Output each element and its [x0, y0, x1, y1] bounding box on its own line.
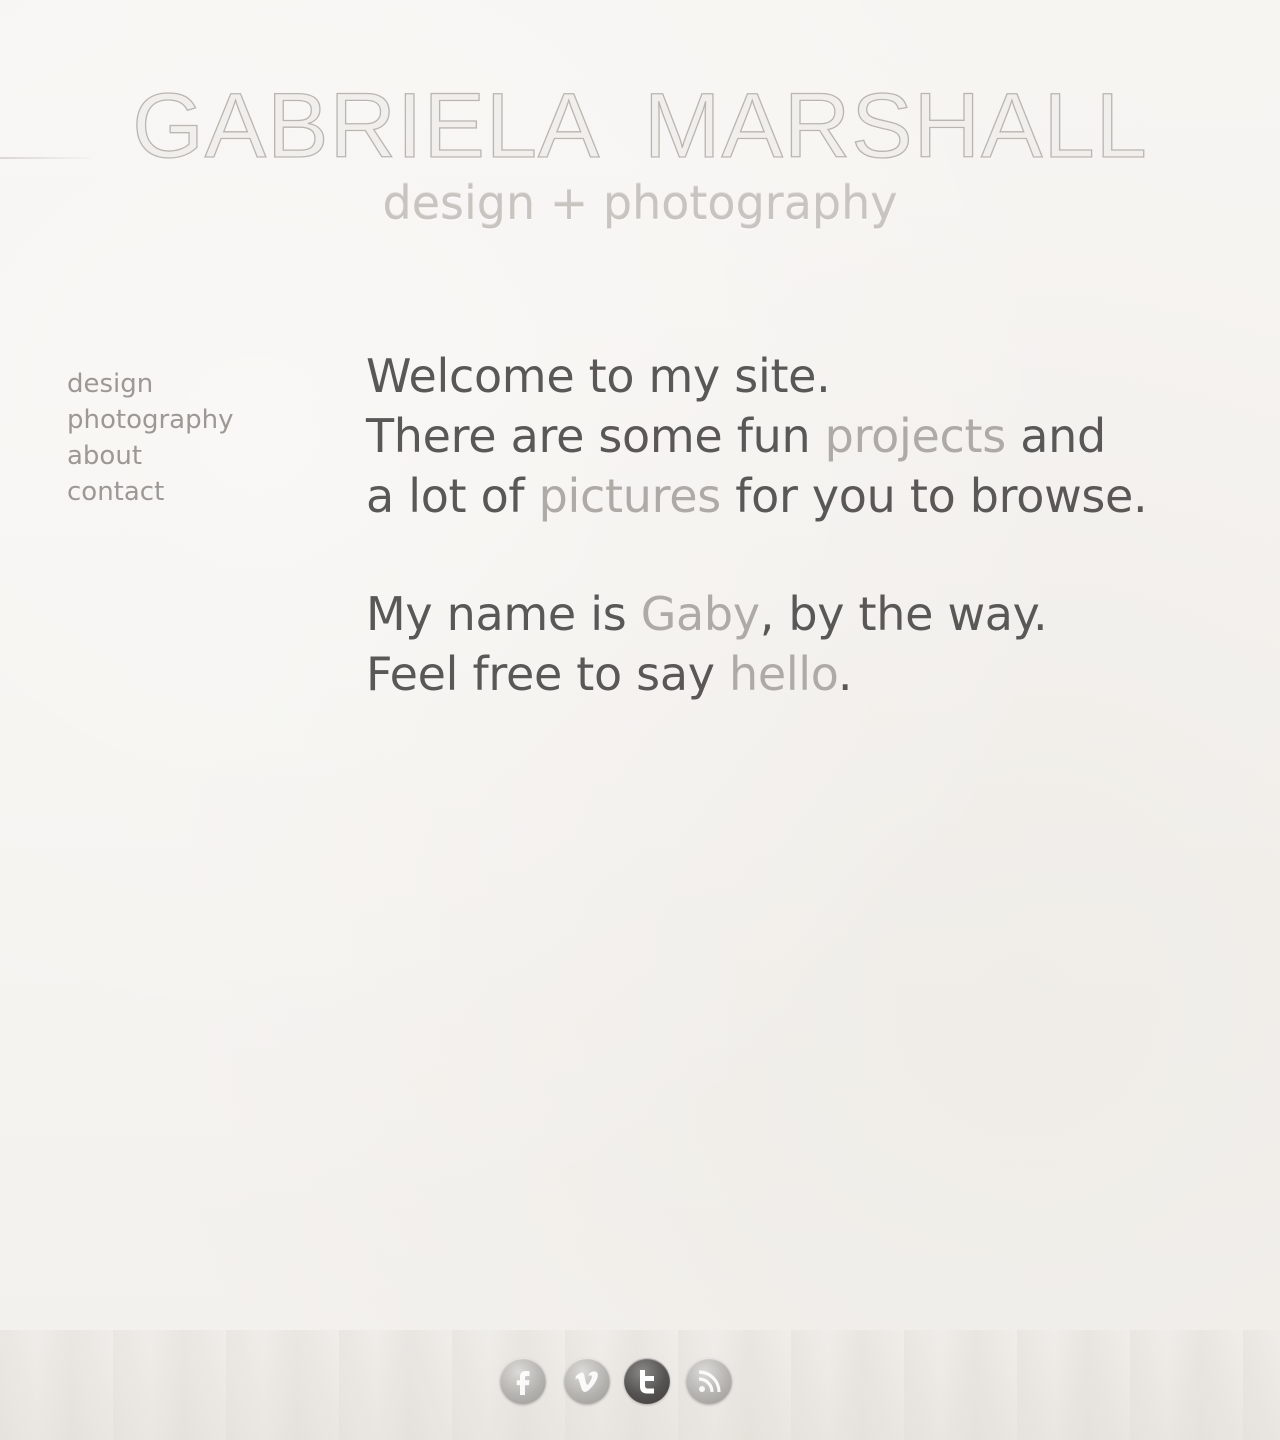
- intro-line-pictures: a lot of pictures for you to browse.: [366, 466, 1226, 526]
- site-tagline: design + photography: [382, 176, 898, 230]
- intro-text-segment: .: [837, 647, 853, 701]
- vimeo-icon: [575, 1371, 598, 1392]
- projects-link[interactable]: projects: [825, 409, 1007, 463]
- intro-text-segment: Feel free to say: [366, 647, 729, 701]
- intro-line-projects: There are some fun projects and: [366, 406, 1226, 466]
- social-links: [0, 1358, 1280, 1406]
- site-header: GABRIELA MARSHALL design + photography: [0, 79, 1280, 230]
- facebook-icon: [516, 1371, 530, 1395]
- intro-text-segment: for you to browse.: [720, 469, 1148, 523]
- vimeo-button[interactable]: [564, 1358, 610, 1404]
- twitter-button[interactable]: [624, 1358, 670, 1404]
- nav-item-photography[interactable]: photography: [67, 402, 234, 438]
- intro-line-name: My name is Gaby, by the way.: [366, 584, 1226, 644]
- intro-text-segment: a lot of: [366, 469, 539, 523]
- gaby-link[interactable]: Gaby: [641, 587, 760, 641]
- site-title[interactable]: GABRIELA MARSHALL: [0, 79, 1280, 172]
- intro-line-hello: Feel free to say hello.: [366, 644, 1226, 704]
- intro-text-segment: and: [1005, 409, 1106, 463]
- nav-item-contact[interactable]: contact: [67, 474, 234, 510]
- sidebar-nav: design photography about contact: [67, 366, 234, 510]
- nav-item-about[interactable]: about: [67, 438, 234, 474]
- facebook-button[interactable]: [500, 1358, 546, 1404]
- intro-text-segment: My name is: [366, 587, 641, 641]
- pictures-link[interactable]: pictures: [539, 469, 722, 523]
- rss-button[interactable]: [686, 1358, 732, 1404]
- nav-item-design[interactable]: design: [67, 366, 234, 402]
- intro-text-segment: , by the way.: [759, 587, 1048, 641]
- rss-icon: [698, 1370, 721, 1393]
- hello-link[interactable]: hello: [729, 647, 838, 701]
- intro-line-welcome: Welcome to my site.: [366, 346, 1226, 406]
- intro-text-segment: There are some fun: [366, 409, 825, 463]
- twitter-icon: [640, 1370, 654, 1394]
- intro-text: Welcome to my site. There are some fun p…: [366, 346, 1226, 704]
- intro-welcome-text: Welcome to my site.: [366, 349, 831, 403]
